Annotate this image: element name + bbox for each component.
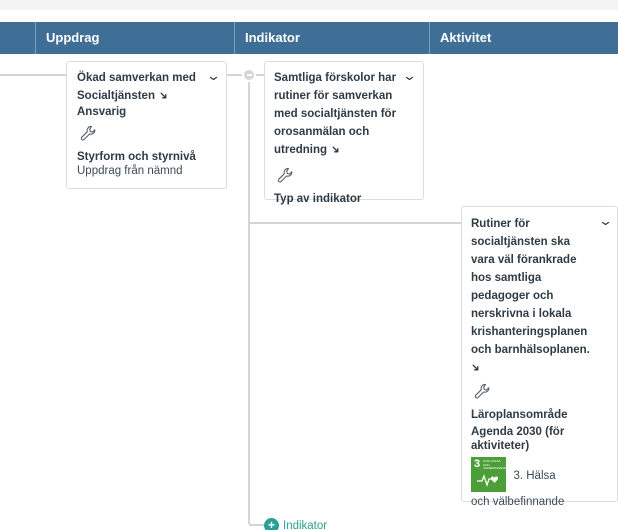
indikator-type-label: Typ av indikator: [274, 193, 362, 205]
lpo-label: Läroplansområde: [471, 409, 568, 421]
aktivitet-title[interactable]: Rutiner för socialtjänsten ska vara väl …: [471, 218, 590, 356]
connector-trunk-to-aktivitet: [249, 222, 461, 224]
wrench-icon[interactable]: [276, 166, 296, 186]
heartbeat-icon: [477, 474, 498, 488]
uppdrag-title[interactable]: Ökad samverkan med Socialtjänsten: [77, 72, 196, 102]
plus-circle-icon[interactable]: +: [264, 518, 279, 530]
indikator-card[interactable]: ⌄ Samtliga förskolor har rutiner för sam…: [264, 61, 424, 205]
connector-left-to-uppdrag: [0, 74, 66, 76]
column-header-indikator: Indikator: [234, 22, 429, 54]
sdg-badge-text: GOD HÄLSA OCH VÄLBEFINNANDE: [483, 459, 509, 470]
chevron-down-icon[interactable]: ⌄: [206, 68, 221, 84]
add-indikator-button[interactable]: + Indikator: [264, 518, 327, 530]
sdg-goal-text: 3. Hälsa: [513, 470, 556, 482]
wrench-icon[interactable]: [473, 382, 493, 402]
responsible-label: Ansvarig: [77, 106, 127, 118]
pin-icon[interactable]: ➜: [156, 88, 172, 103]
uppdrag-card[interactable]: ⌄ Ökad samverkan med Socialtjänsten ➜ An…: [66, 61, 227, 189]
styrform-label: Styrform och styrnivå: [77, 151, 196, 163]
sdg-goal-text-cont: och välbefinnande: [471, 496, 565, 508]
column-header-uppdrag: Uppdrag: [35, 22, 234, 54]
column-header-aktivitet: Aktivitet: [429, 22, 618, 54]
add-indikator-label[interactable]: Indikator: [283, 520, 327, 530]
agenda-label: Agenda 2030 (för aktiviteter): [471, 426, 565, 452]
pin-icon[interactable]: ➜: [328, 142, 344, 157]
sdg-number: 3: [474, 458, 481, 470]
chevron-down-icon[interactable]: ⌄: [598, 213, 613, 229]
sdg-goal: 3 GOD HÄLSA OCH VÄLBEFINNANDE 3. Hälsa o…: [471, 457, 611, 509]
wrench-icon[interactable]: [79, 124, 99, 144]
column-header-bar: Uppdrag Indikator Aktivitet: [0, 22, 618, 54]
connector-vertical-trunk: [248, 75, 250, 524]
connector-trunk-to-add: [249, 524, 264, 526]
collapse-node-icon[interactable]: [242, 68, 256, 82]
top-strip: [0, 0, 618, 10]
pin-icon[interactable]: ➜: [468, 360, 484, 375]
sdg-goal-3-badge: 3 GOD HÄLSA OCH VÄLBEFINNANDE: [471, 457, 509, 492]
styrform-value: Uppdrag från nämnd: [77, 165, 183, 177]
aktivitet-card[interactable]: ⌄ Rutiner för socialtjänsten ska vara vä…: [461, 206, 618, 508]
chevron-down-icon[interactable]: ⌄: [402, 68, 417, 84]
